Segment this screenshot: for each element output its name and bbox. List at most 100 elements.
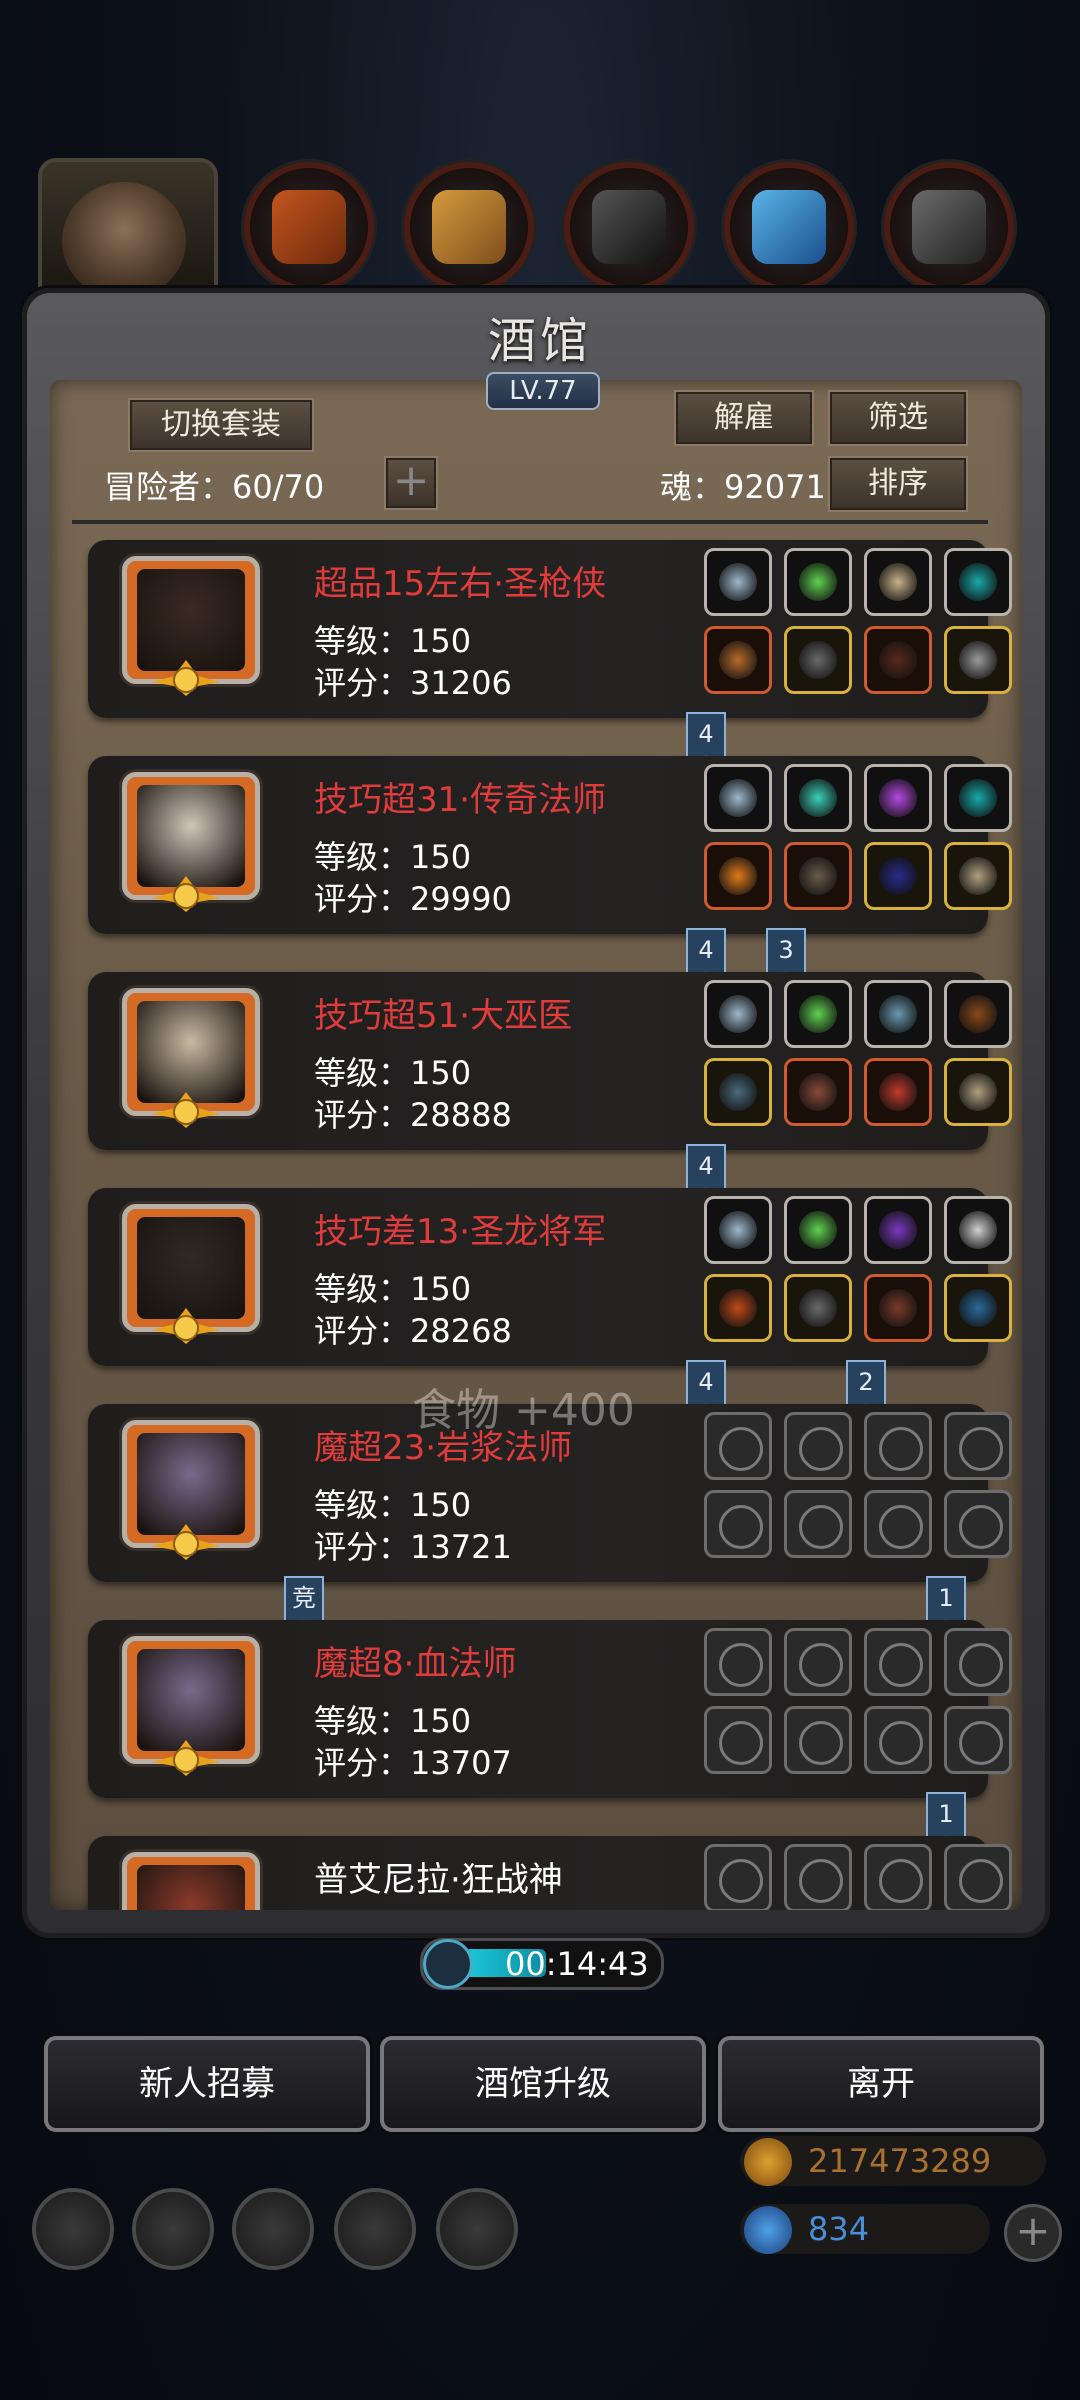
equipment-slot[interactable] [864,1058,932,1126]
leave-button[interactable]: 离开 [718,2036,1044,2132]
equipment-slot[interactable] [864,842,932,910]
hero-card[interactable]: 普艾尼拉·狂战神 [88,1836,1012,1910]
switch-set-button[interactable]: 切换套装 [128,398,314,452]
equipment-slot[interactable] [784,1706,852,1774]
equipment-slot[interactable] [864,626,932,694]
add-gems-button[interactable]: + [1004,2204,1062,2262]
equipment-slot[interactable] [944,1490,1012,1558]
hero-score: 评分：13707 [314,1744,512,1782]
hero-card[interactable]: 技巧差13·圣龙将军 等级：150 评分：28268 [88,1188,1012,1366]
equipment-icon [879,1427,923,1471]
leather-icon [272,190,346,264]
equipment-slot[interactable] [944,626,1012,694]
equipment-slot[interactable] [944,1058,1012,1126]
equipment-slot[interactable] [864,548,932,616]
wood-tab[interactable] [404,162,534,292]
equipment-slot[interactable] [944,548,1012,616]
equipment-slot[interactable] [784,548,852,616]
equipment-slot[interactable] [704,1844,772,1910]
tavern-upgrade-button[interactable]: 酒馆升级 [380,2036,706,2132]
equipment-slot[interactable] [784,1628,852,1696]
hero-card[interactable]: 魔超8·血法师 等级：150 评分：13707 [88,1620,1012,1798]
equipment-slot[interactable] [704,1412,772,1480]
hero-list[interactable]: 超品15左右·圣枪侠 等级：150 评分：31206 4 技巧超31·传奇法师 等级：15… [50,528,1022,1910]
equipment-slot[interactable] [944,1628,1012,1696]
sort-button[interactable]: 排序 [828,456,968,512]
hero-card[interactable]: 超品15左右·圣枪侠 等级：150 评分：31206 [88,540,1012,718]
hero-card[interactable]: 技巧超31·传奇法师 等级：150 评分：29990 [88,756,1012,934]
gold-value: 217473289 [808,2142,992,2180]
equipment-icon [959,1643,1003,1687]
equipment-slot[interactable] [864,1196,932,1264]
shop-icon[interactable] [436,2188,518,2270]
equipment-icon [879,641,917,679]
equipment-slot[interactable] [704,1274,772,1342]
hero-card[interactable]: 技巧超51·大巫医 等级：150 评分：28888 [88,972,1012,1150]
leather-tab[interactable] [244,162,374,292]
equipment-slot[interactable] [944,1706,1012,1774]
hero-level: 等级：150 [314,622,472,660]
equipment-slot[interactable] [944,1196,1012,1264]
hero-name: 超品15左右·圣枪侠 [314,564,607,604]
gold-resource: 217473289 [740,2136,1046,2186]
metal-tab[interactable] [564,162,694,292]
equipment-icon [879,779,917,817]
equipment-slot[interactable] [784,980,852,1048]
equipment-slot[interactable] [864,1628,932,1696]
equipment-slot[interactable] [784,626,852,694]
equipment-slot[interactable] [864,1706,932,1774]
equipment-slot[interactable] [944,764,1012,832]
rank-medal-icon [150,1300,222,1346]
hero-portrait-icon [62,182,186,300]
map-icon[interactable] [232,2188,314,2270]
equipment-slot[interactable] [784,1412,852,1480]
equipment-slot[interactable] [784,1196,852,1264]
equipment-slot[interactable] [704,1490,772,1558]
equipment-slot[interactable] [704,1058,772,1126]
dismiss-button[interactable]: 解雇 [674,390,814,446]
equipment-slot[interactable] [944,842,1012,910]
equipment-slot[interactable] [944,1844,1012,1910]
equipment-icon [719,641,757,679]
filter-button[interactable]: 筛选 [828,390,968,446]
equipment-slot[interactable] [864,1490,932,1558]
equipment-slot[interactable] [864,1274,932,1342]
equipment-icon [799,995,837,1033]
equipment-slot[interactable] [784,1058,852,1126]
hero-avatar[interactable] [122,1852,260,1910]
equipment-slot[interactable] [944,1274,1012,1342]
settings-icon[interactable] [32,2188,114,2270]
equipment-slot[interactable] [944,980,1012,1048]
equipment-slot[interactable] [784,842,852,910]
equipment-slot[interactable] [784,1490,852,1558]
gem-resource: 834 [740,2204,990,2254]
equipment-slot[interactable] [704,626,772,694]
equipment-slot[interactable] [864,1412,932,1480]
equipment-slot[interactable] [864,764,932,832]
recruit-button[interactable]: 新人招募 [44,2036,370,2132]
equipment-slot[interactable] [944,1412,1012,1480]
equipment-slot[interactable] [864,1844,932,1910]
equipment-icon [959,1211,997,1249]
equipment-slot[interactable] [784,764,852,832]
equipment-icon [879,857,917,895]
metal-icon [592,190,666,264]
equipment-slot[interactable] [704,548,772,616]
equipment-icon [879,1289,917,1327]
equipment-slot[interactable] [704,764,772,832]
equipment-slot[interactable] [704,1196,772,1264]
crystal-tab[interactable] [724,162,854,292]
header-divider [72,520,988,524]
equipment-slot[interactable] [704,1706,772,1774]
equipment-slot[interactable] [704,980,772,1048]
add-adventurer-button[interactable]: + [384,456,438,510]
iron-tab[interactable] [884,162,1014,292]
equipment-slot[interactable] [704,842,772,910]
mail-icon[interactable] [334,2188,416,2270]
achievement-icon[interactable] [132,2188,214,2270]
equipment-slot[interactable] [864,980,932,1048]
equipment-slot[interactable] [704,1628,772,1696]
equipment-slot[interactable] [784,1844,852,1910]
equipment-slot[interactable] [784,1274,852,1342]
equipment-icon [719,995,757,1033]
